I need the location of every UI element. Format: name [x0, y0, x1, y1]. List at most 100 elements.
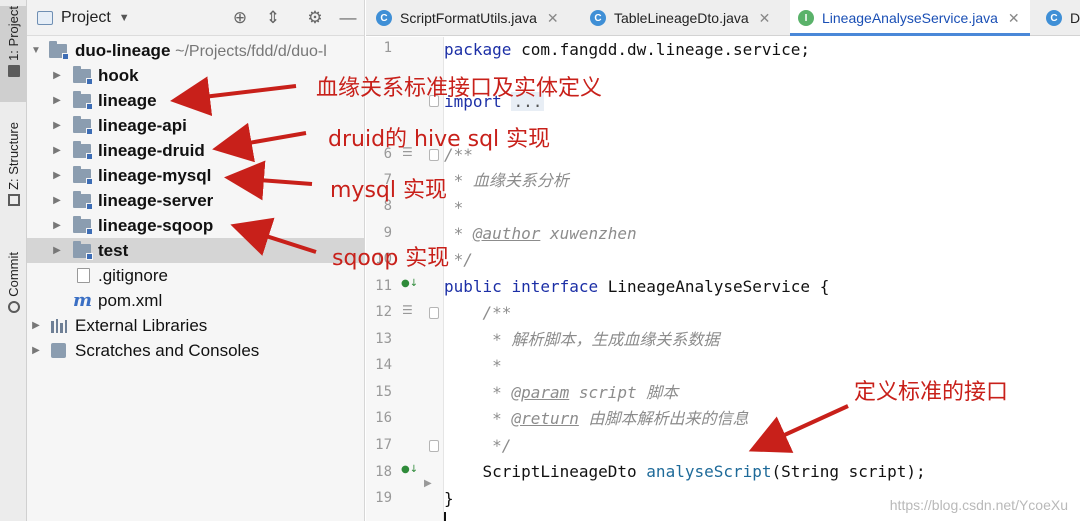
tab-scriptformatutils[interactable]: C ScriptFormatUtils.java ✕ — [376, 0, 559, 36]
tree-item-label: lineage-sqoop — [98, 215, 214, 235]
annotation-lineage: 血缘关系标准接口及实体定义 — [316, 76, 603, 101]
tab-project[interactable]: 1: Project — [0, 6, 27, 102]
chevron-right-icon[interactable]: ▶ — [51, 195, 63, 206]
tree-item-lineage-druid[interactable]: ▶ lineage-druid — [27, 138, 364, 163]
tab-label: ScriptFormatUtils.java — [400, 10, 537, 26]
code-line-11: public interface LineageAnalyseService { — [444, 277, 830, 296]
module-folder-icon — [73, 90, 93, 110]
chevron-right-icon[interactable]: ▶ — [51, 145, 63, 156]
code-line-1: package com.fangdd.dw.lineage.service; — [444, 40, 811, 59]
code-editor[interactable]: package com.fangdd.dw.lineage.service; i… — [444, 37, 1080, 521]
code-line-17: */ — [444, 436, 512, 455]
fold-icon[interactable] — [429, 307, 439, 319]
tree-item-label: lineage — [98, 90, 157, 110]
chevron-right-icon[interactable]: ▶ — [51, 70, 63, 81]
editor-gutter: 1 6 ☰ 7 8 9 10 11 ●↓ 12 ☰ 13 14 15 16 17… — [366, 37, 444, 521]
text-cursor — [444, 512, 446, 521]
tab-project-label: 1: Project — [6, 6, 21, 61]
tree-item-label: Scratches and Consoles — [75, 340, 260, 360]
tree-item-scratches[interactable]: ▶ Scratches and Consoles — [27, 338, 364, 363]
module-folder-icon — [73, 115, 93, 135]
tree-item-pom-xml[interactable]: m pom.xml — [27, 288, 364, 313]
interface-icon: I — [798, 10, 814, 26]
tree-item-lineage-sqoop[interactable]: ▶ lineage-sqoop — [27, 213, 364, 238]
tab-tablelineagedto[interactable]: C TableLineageDto.java ✕ — [590, 0, 770, 36]
chevron-right-icon[interactable]: ▶ — [51, 245, 63, 256]
close-icon[interactable]: ✕ — [759, 10, 771, 27]
line-number: 17 — [375, 437, 392, 453]
line-number: 12 — [375, 304, 392, 320]
chevron-right-icon: ▶ — [424, 478, 432, 489]
line-number: 19 — [375, 490, 392, 506]
watermark: https://blog.csdn.net/YcoeXu — [889, 497, 1068, 513]
crosshair-icon[interactable]: ⊕ — [230, 8, 250, 28]
tree-item-label: lineage-api — [98, 115, 187, 135]
chevron-right-icon[interactable]: ▶ — [51, 95, 63, 106]
class-icon: C — [376, 10, 392, 26]
project-view-selector[interactable]: Project — [61, 9, 111, 27]
close-icon[interactable]: ✕ — [547, 10, 559, 27]
code-line-13: * 解析脚本，生成血缘关系数据 — [444, 330, 720, 349]
tab-commit[interactable]: Commit — [0, 252, 27, 324]
implementations-icon[interactable]: ●↓ — [401, 464, 418, 475]
class-icon: C — [590, 10, 606, 26]
close-icon[interactable]: ✕ — [1008, 10, 1020, 27]
chevron-right-icon[interactable]: ▶ — [30, 320, 42, 331]
tree-item-lineage[interactable]: ▶ lineage — [27, 88, 364, 113]
chevron-down-icon[interactable]: ▼ — [30, 45, 42, 56]
tree-item-hook[interactable]: ▶ hook — [27, 63, 364, 88]
annotation-sqoop: sqoop 实现 — [332, 246, 450, 271]
structure-icon — [7, 193, 20, 206]
line-number: 13 — [375, 331, 392, 347]
tab-overflow[interactable]: C D — [1046, 0, 1080, 36]
code-line-19: } — [444, 489, 454, 508]
module-folder-icon — [73, 165, 93, 185]
tab-structure-label: Z: Structure — [6, 122, 21, 190]
tree-item-label: lineage-druid — [98, 140, 205, 160]
collapse-icon[interactable]: ⇕ — [263, 8, 283, 28]
chevron-right-icon[interactable]: ▶ — [51, 120, 63, 131]
line-number: 11 — [375, 278, 392, 294]
annotation-interface: 定义标准的接口 — [854, 380, 1009, 405]
tree-item-label: .gitignore — [98, 265, 168, 285]
class-icon: C — [1046, 10, 1062, 26]
tab-lineageanalyseservice[interactable]: I LineageAnalyseService.java ✕ — [790, 0, 1030, 36]
annotation-druid: druid的 hive sql 实现 — [328, 127, 551, 152]
module-folder-icon — [73, 65, 93, 85]
code-line-16: * @return 由脚本解析出来的信息 — [444, 409, 749, 428]
minimize-icon[interactable]: — — [338, 8, 358, 28]
tree-item-external-libraries[interactable]: ▶ External Libraries — [27, 313, 364, 338]
tree-item-gitignore[interactable]: .gitignore — [27, 263, 364, 288]
tree-item-label: test — [98, 240, 129, 260]
tree-item-label: duo-lineage — [75, 40, 171, 60]
project-view-icon — [37, 10, 53, 25]
annotation-mysql: mysql 实现 — [330, 178, 447, 203]
tree-item-lineage-api[interactable]: ▶ lineage-api — [27, 113, 364, 138]
code-line-18: ScriptLineageDto analyseScript(String sc… — [444, 462, 926, 481]
line-number: 1 — [383, 40, 392, 56]
scratches-icon — [51, 343, 66, 358]
chevron-right-icon[interactable]: ▶ — [51, 220, 63, 231]
tab-structure[interactable]: Z: Structure — [0, 122, 27, 222]
tree-item-label: pom.xml — [98, 290, 163, 310]
project-panel: Project ▼ ⊕ ⇕ ⚙ — ▼ duo-lineage ~/Projec… — [27, 0, 365, 521]
gear-icon[interactable]: ⚙ — [305, 8, 325, 28]
tool-window-strip: 1: Project Z: Structure Commit — [0, 0, 27, 521]
chevron-right-icon[interactable]: ▶ — [51, 170, 63, 181]
fold-icon[interactable] — [429, 440, 439, 452]
ignore-file-icon — [77, 268, 90, 283]
editor-tab-bar: C ScriptFormatUtils.java ✕ C TableLineag… — [366, 0, 1080, 36]
tree-item-test[interactable]: ▶ test — [27, 238, 364, 263]
tree-item-label: lineage-server — [98, 190, 214, 210]
commit-icon — [7, 300, 20, 313]
tree-item-duo-lineage[interactable]: ▼ duo-lineage ~/Projects/fdd/d/duo-l — [27, 38, 364, 63]
chevron-right-icon[interactable]: ▶ — [30, 345, 42, 356]
implementations-icon[interactable]: ●↓ — [401, 278, 418, 289]
module-folder-icon — [49, 40, 69, 60]
tab-commit-label: Commit — [6, 252, 21, 297]
chevron-down-icon[interactable]: ▼ — [119, 12, 130, 24]
tree-item-lineage-server[interactable]: ▶ lineage-server — [27, 188, 364, 213]
tree-item-lineage-mysql[interactable]: ▶ lineage-mysql — [27, 163, 364, 188]
line-number: 15 — [375, 384, 392, 400]
code-line-15: * @param script 脚本 — [444, 383, 679, 402]
